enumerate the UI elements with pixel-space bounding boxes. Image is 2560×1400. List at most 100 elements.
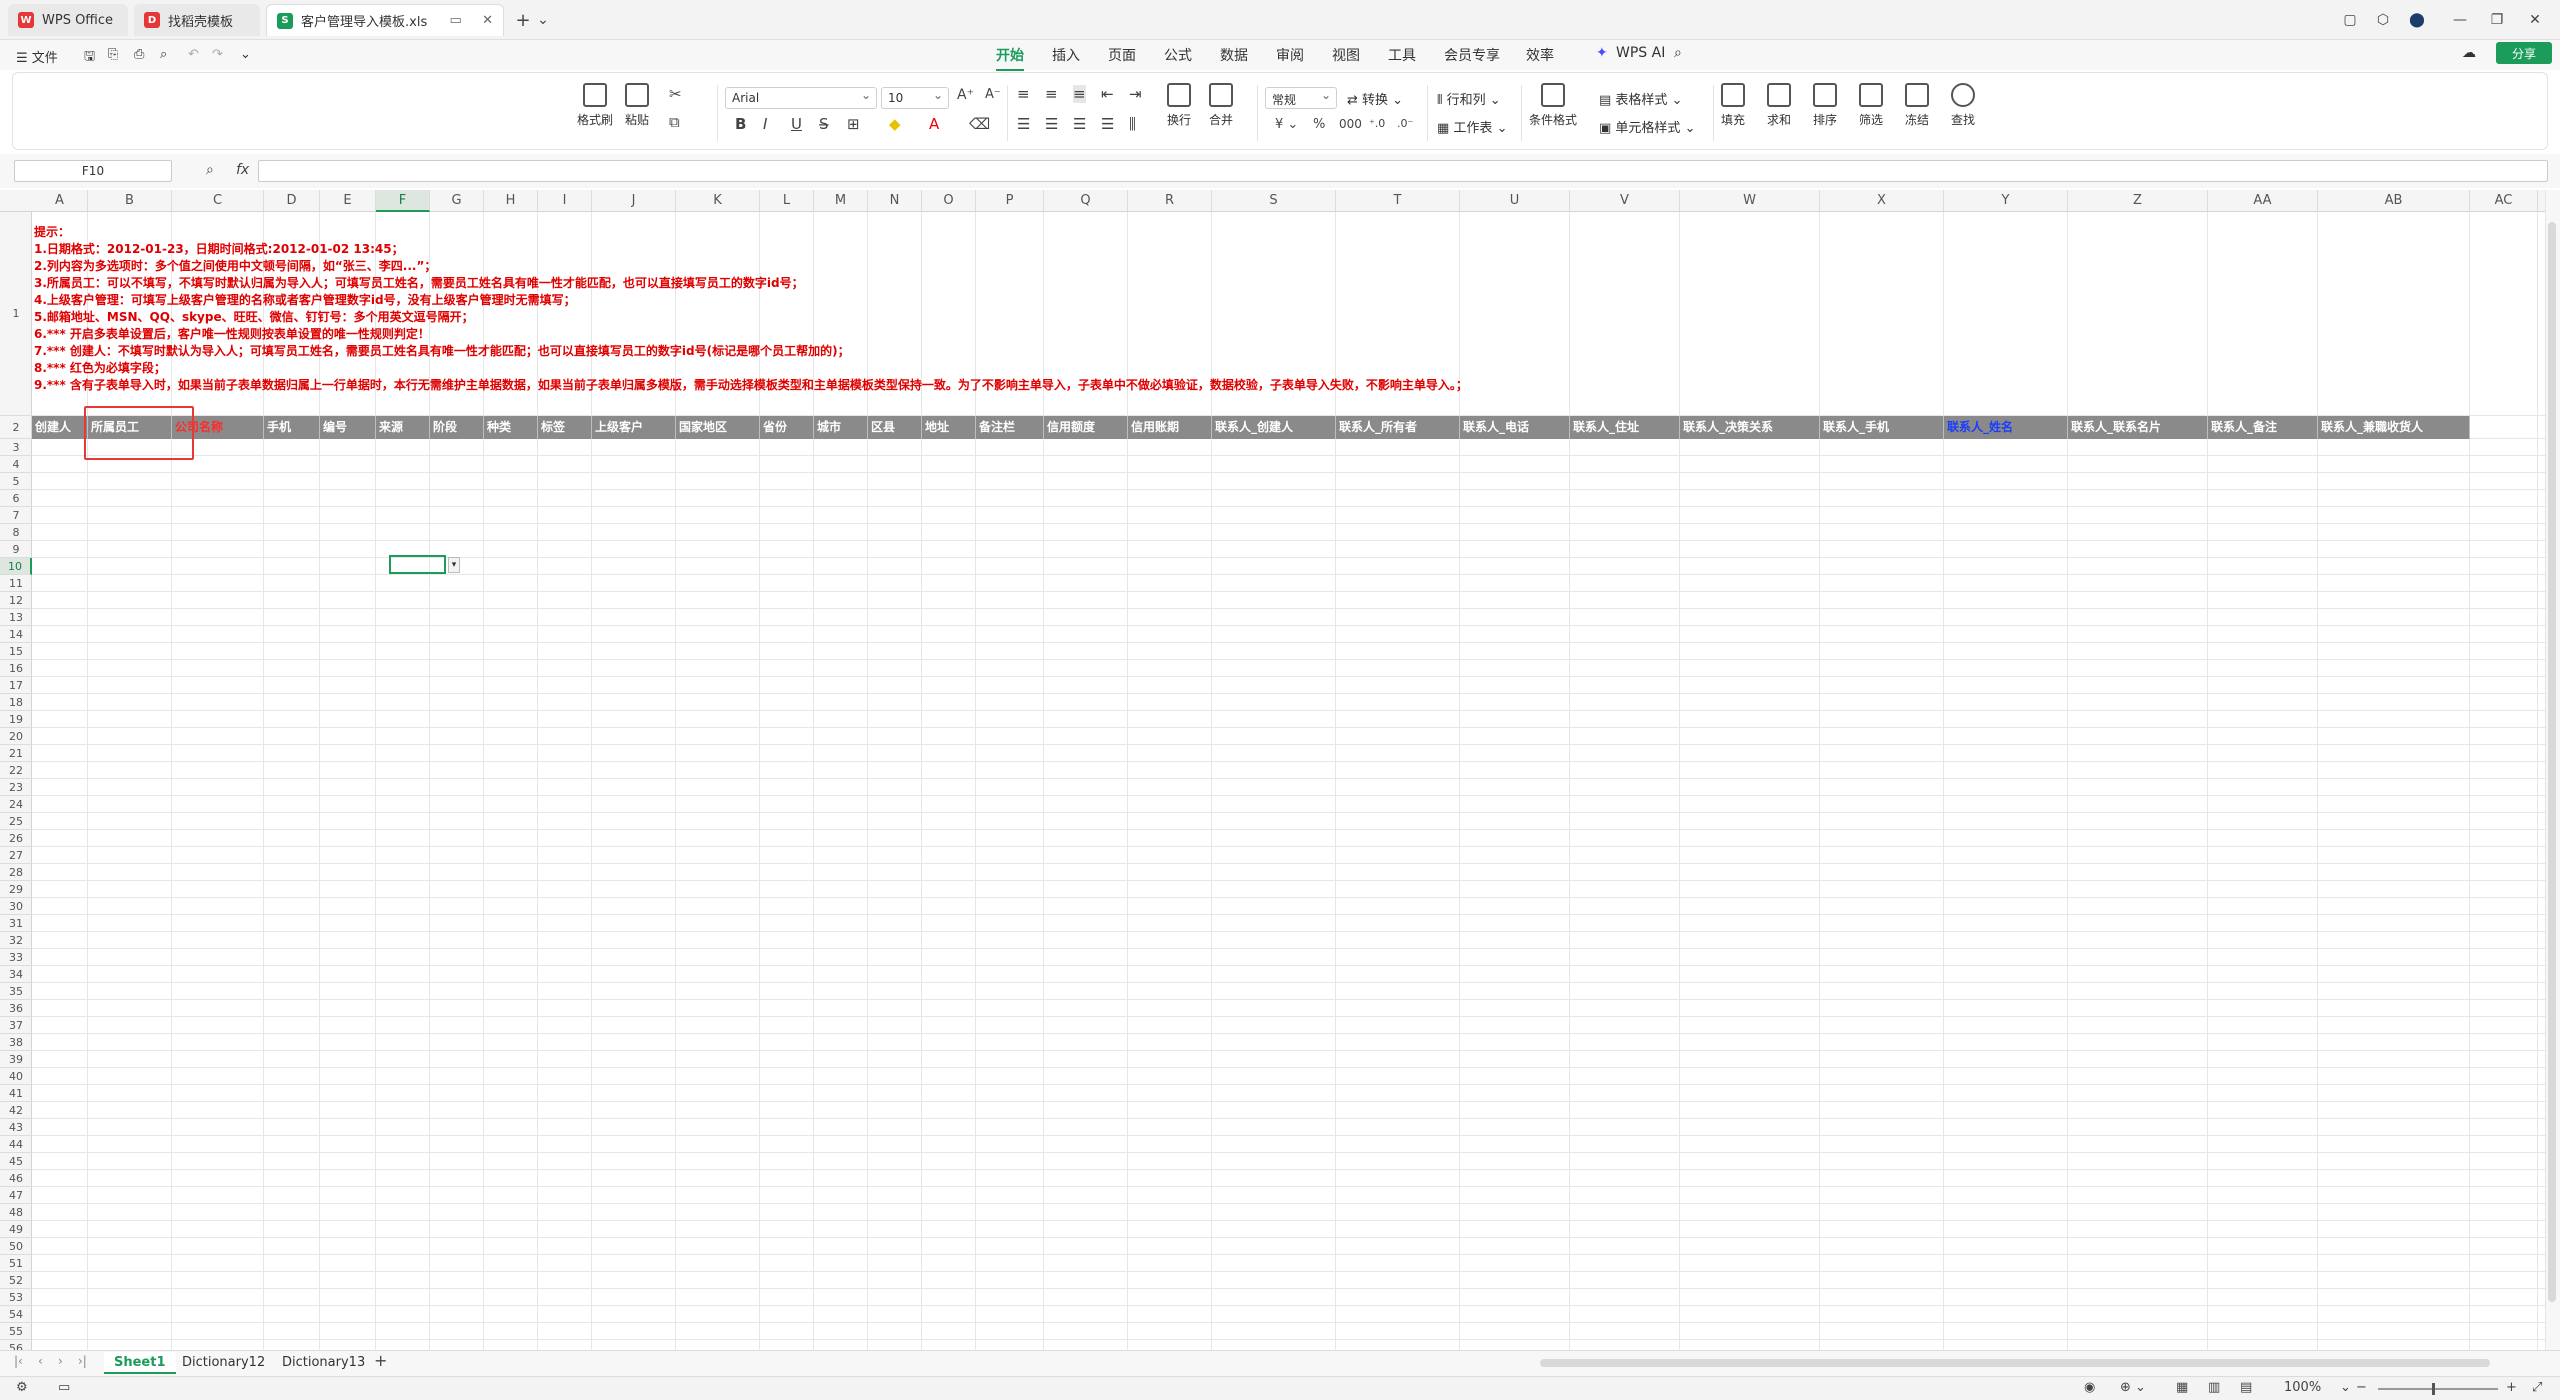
wrap-text-button[interactable]: 换行 (1167, 83, 1191, 128)
redo-icon[interactable]: ↷ (212, 47, 223, 62)
decrease-font-icon[interactable]: A⁻ (985, 87, 1001, 102)
column-header-y[interactable]: Y (1944, 190, 2068, 212)
column-header-q[interactable]: Q (1044, 190, 1128, 212)
column-header-l[interactable]: L (760, 190, 814, 212)
column-header-f[interactable]: F (376, 190, 430, 212)
header-cell[interactable]: 种类 (484, 416, 538, 439)
header-cell[interactable]: 国家地区 (676, 416, 760, 439)
row-header[interactable]: 14 (0, 626, 32, 643)
column-header-o[interactable]: O (922, 190, 976, 212)
tab-wps-office[interactable]: W WPS Office (8, 4, 128, 36)
column-header-w[interactable]: W (1680, 190, 1820, 212)
tab-page[interactable]: 页面 (1108, 45, 1136, 65)
page-layout-icon[interactable]: ▥ (2208, 1380, 2220, 1395)
column-header-u[interactable]: U (1460, 190, 1570, 212)
strikethrough-icon[interactable]: S̶ (819, 115, 829, 133)
sum-button[interactable]: 求和 (1767, 83, 1791, 128)
column-header-x[interactable]: X (1820, 190, 1944, 212)
header-cell[interactable]: 创建人 (32, 416, 88, 439)
tab-member[interactable]: 会员专享 (1444, 45, 1500, 65)
row-header[interactable]: 46 (0, 1170, 32, 1187)
copy-icon[interactable]: ⧉ (669, 113, 680, 131)
header-cell[interactable]: 备注栏 (976, 416, 1044, 439)
header-cell[interactable]: 编号 (320, 416, 376, 439)
row-header[interactable]: 23 (0, 779, 32, 796)
header-cell[interactable]: 联系人_所有者 (1336, 416, 1460, 439)
tab-customer-template[interactable]: S 客户管理导入模板.xls ▭ ✕ (266, 4, 504, 36)
cube-icon[interactable]: ⬡ (2370, 8, 2396, 32)
header-cell[interactable]: 来源 (376, 416, 430, 439)
instructions-cell[interactable]: 提示： 1.日期格式：2012-01-23，日期时间格式:2012-01-02 1… (34, 224, 2434, 394)
row-header[interactable]: 47 (0, 1187, 32, 1204)
row-header[interactable]: 32 (0, 932, 32, 949)
file-menu[interactable]: ☰ 文件 (16, 47, 58, 66)
row-header[interactable]: 37 (0, 1017, 32, 1034)
column-header-c[interactable]: C (172, 190, 264, 212)
tab-efficiency[interactable]: 效率 (1526, 45, 1554, 65)
wps-ai-icon[interactable]: ✦ (1596, 45, 1608, 61)
italic-button[interactable]: I (763, 115, 767, 133)
header-cell[interactable]: 联系人_姓名 (1944, 416, 2068, 439)
header-cell[interactable]: 联系人_住址 (1570, 416, 1680, 439)
row-header[interactable]: 2 (0, 416, 32, 439)
indent-decrease-icon[interactable]: ⇤ (1101, 85, 1114, 103)
row-header[interactable]: 54 (0, 1306, 32, 1323)
vertical-scroll-thumb[interactable] (2548, 222, 2556, 1302)
normal-view-icon[interactable]: ▦ (2176, 1380, 2188, 1395)
column-header-v[interactable]: V (1570, 190, 1680, 212)
cut-icon[interactable]: ✂ (669, 85, 682, 103)
row-header[interactable]: 33 (0, 949, 32, 966)
selected-cell[interactable] (389, 555, 446, 574)
row-header[interactable]: 10 (0, 558, 32, 575)
column-header-ac[interactable]: AC (2470, 190, 2538, 212)
row-header[interactable]: 45 (0, 1153, 32, 1170)
row-header[interactable]: 53 (0, 1289, 32, 1306)
row-header[interactable]: 42 (0, 1102, 32, 1119)
convert-button[interactable]: ⇄ 转换 ⌄ (1347, 89, 1403, 108)
sort-button[interactable]: 排序 (1813, 83, 1837, 128)
column-header-m[interactable]: M (814, 190, 868, 212)
tab-view[interactable]: 视图 (1332, 45, 1360, 65)
header-cell[interactable]: 联系人_兼職收货人 (2318, 416, 2470, 439)
column-header-t[interactable]: T (1336, 190, 1460, 212)
row-col-button[interactable]: ⫴ 行和列 ⌄ (1437, 89, 1501, 108)
layout-icon[interactable]: ▢ (2337, 8, 2363, 32)
row-header[interactable]: 21 (0, 745, 32, 762)
zoom-in-button[interactable]: + (2506, 1380, 2517, 1395)
column-header-h[interactable]: H (484, 190, 538, 212)
row-header[interactable]: 16 (0, 660, 32, 677)
row-header[interactable]: 6 (0, 490, 32, 507)
last-sheet-icon[interactable]: ›| (78, 1354, 87, 1368)
row-header[interactable]: 18 (0, 694, 32, 711)
row-header[interactable]: 22 (0, 762, 32, 779)
column-header-b[interactable]: B (88, 190, 172, 212)
row-header[interactable]: 9 (0, 541, 32, 558)
decimal-increase-icon[interactable]: ⁺.0 (1369, 117, 1385, 130)
row-header[interactable]: 26 (0, 830, 32, 847)
format-painter-button[interactable]: 格式刷 (577, 83, 613, 128)
row-header[interactable]: 35 (0, 983, 32, 1000)
align-top-icon[interactable]: ≡ (1017, 85, 1030, 103)
column-header-z[interactable]: Z (2068, 190, 2208, 212)
row-header[interactable]: 55 (0, 1323, 32, 1340)
sheet-tab-dictionary12[interactable]: Dictionary12 (172, 1352, 275, 1374)
header-cell[interactable]: 标签 (538, 416, 592, 439)
header-cell[interactable]: 联系人_决策关系 (1680, 416, 1820, 439)
minimize-button[interactable]: — (2447, 8, 2473, 32)
screen-icon[interactable]: ▭ (58, 1380, 70, 1395)
header-cell[interactable]: 联系人_手机 (1820, 416, 1944, 439)
print-preview-icon[interactable]: ⌕ (160, 47, 167, 62)
zoom-level[interactable]: 100% (2284, 1380, 2321, 1395)
horizontal-scrollbar[interactable] (1540, 1359, 2490, 1367)
header-cell[interactable]: 阶段 (430, 416, 484, 439)
tab-docer-templates[interactable]: D 找稻壳模板 (134, 4, 260, 36)
row-header[interactable]: 5 (0, 473, 32, 490)
row-header[interactable]: 28 (0, 864, 32, 881)
column-header-i[interactable]: I (538, 190, 592, 212)
row-header[interactable]: 30 (0, 898, 32, 915)
table-style-button[interactable]: ▤ 表格样式 ⌄ (1599, 89, 1682, 108)
font-size-select[interactable]: 10 (881, 87, 949, 109)
row-header[interactable]: 44 (0, 1136, 32, 1153)
row-header[interactable]: 49 (0, 1221, 32, 1238)
increase-font-icon[interactable]: A⁺ (957, 87, 974, 103)
